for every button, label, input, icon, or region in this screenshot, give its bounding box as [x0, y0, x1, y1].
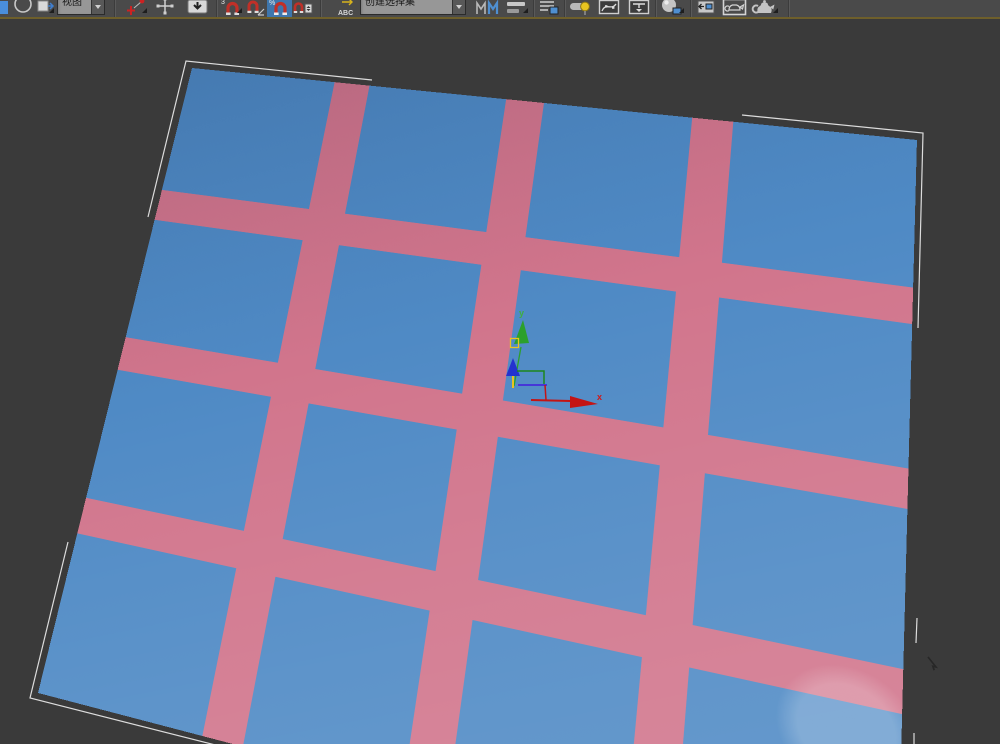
toolbar-separator — [114, 0, 116, 17]
reference-coordinate-system-select[interactable]: 视图 — [57, 0, 105, 15]
render-production-button[interactable] — [751, 0, 779, 17]
snap-3d-magnet-icon: 3 — [220, 0, 243, 17]
layer-manager-button[interactable] — [537, 0, 562, 17]
toolbar-separator — [788, 0, 790, 17]
named-selection-sets-select[interactable]: 创建选择集 — [360, 0, 466, 15]
angle-snap-button[interactable] — [245, 0, 266, 17]
snaps-toggle-button[interactable]: 3 — [220, 0, 243, 17]
rendered-frame-icon — [721, 0, 748, 17]
toolbar-separator — [690, 0, 692, 17]
schematic-view-icon — [627, 0, 652, 17]
curve-editor-icon — [597, 0, 622, 17]
plane-object[interactable] — [38, 68, 917, 744]
pivot-center-icon — [126, 0, 148, 17]
rendered-frame-window-button[interactable] — [721, 0, 748, 17]
percent-snap-button[interactable]: % — [267, 0, 292, 17]
curve-editor-button[interactable] — [597, 0, 622, 17]
mouse-cursor — [928, 657, 936, 670]
select-and-scale-button[interactable] — [36, 0, 55, 17]
mirror-button[interactable] — [474, 0, 500, 17]
partial-button[interactable] — [0, 0, 8, 17]
toolbar-separator — [564, 0, 566, 17]
align-icon — [504, 0, 529, 17]
rotate-circle-icon — [11, 0, 35, 17]
svg-text:3: 3 — [221, 0, 225, 6]
angle-snap-magnet-icon — [245, 0, 266, 17]
mirror-icon — [474, 0, 500, 17]
use-pivot-center-button[interactable] — [126, 0, 148, 17]
edit-named-selection-sets-button[interactable]: ABC — [336, 0, 358, 17]
svg-text:ABC: ABC — [338, 10, 353, 17]
ribbon-toggle-button[interactable] — [568, 0, 592, 17]
render-teapot-icon — [751, 0, 779, 17]
named-selection-sets-value: 创建选择集 — [361, 0, 465, 15]
main-toolbar: 视图 3 — [0, 0, 1000, 17]
partial-blue-icon — [0, 1, 8, 14]
layer-manager-icon — [537, 0, 562, 17]
toolbar-bottom-rule — [0, 17, 1000, 19]
percent-snap-magnet-icon: % — [267, 0, 292, 17]
toolbar-separator — [533, 0, 535, 17]
svg-text:%: % — [269, 0, 275, 7]
select-and-rotate-button[interactable] — [11, 0, 35, 17]
spinner-snap-button[interactable] — [293, 0, 313, 17]
material-editor-button[interactable] — [659, 0, 685, 17]
render-setup-icon — [694, 0, 718, 17]
ribbon-toggle-icon — [568, 0, 592, 17]
keyboard-override-button[interactable] — [184, 0, 211, 17]
spinner-snap-magnet-icon — [293, 0, 313, 17]
toolbar-separator — [655, 0, 657, 17]
align-button[interactable] — [504, 0, 529, 17]
perspective-viewport[interactable]: y x — [0, 19, 1000, 744]
render-setup-button[interactable] — [694, 0, 718, 17]
keyboard-override-icon — [184, 0, 211, 17]
dropdown-arrow-icon[interactable] — [452, 0, 465, 14]
toolbar-separator — [320, 0, 322, 17]
edit-named-sets-icon: ABC — [336, 0, 358, 17]
material-editor-icon — [659, 0, 685, 17]
scale-icon — [36, 0, 55, 17]
toolbar-separator — [216, 0, 218, 17]
select-and-manipulate-button[interactable] — [152, 0, 178, 17]
dropdown-arrow-icon[interactable] — [91, 0, 104, 14]
schematic-view-button[interactable] — [627, 0, 652, 17]
manipulate-icon — [152, 0, 178, 17]
